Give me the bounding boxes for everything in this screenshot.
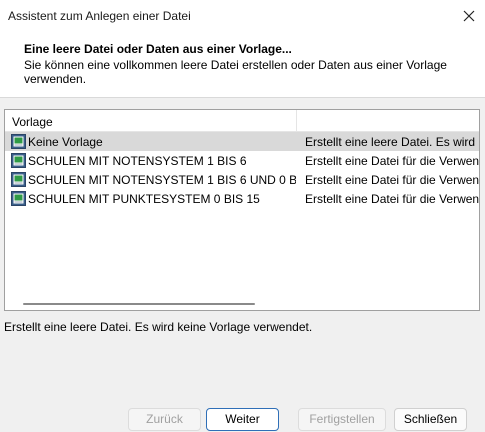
column-header-description[interactable] bbox=[297, 110, 479, 131]
list-item[interactable]: SCHULEN MIT PUNKTESYSTEM 0 BIS 15 Erstell… bbox=[5, 189, 479, 208]
next-button[interactable]: Weiter bbox=[206, 408, 279, 431]
close-window-button[interactable] bbox=[453, 0, 485, 31]
back-button[interactable]: Zurück bbox=[128, 408, 201, 431]
horizontal-scrollbar[interactable] bbox=[5, 294, 479, 310]
list-item-description: Erstellt eine Datei für die Verwendung bbox=[305, 154, 479, 168]
template-file-icon bbox=[11, 153, 26, 168]
wizard-header: Eine leere Datei oder Daten aus einer Vo… bbox=[0, 31, 485, 98]
title-bar: Assistent zum Anlegen einer Datei bbox=[0, 0, 485, 31]
list-item-description: Erstellt eine leere Datei. Es wird keine… bbox=[305, 135, 479, 149]
template-description: Erstellt eine leere Datei. Es wird keine… bbox=[4, 320, 313, 334]
template-file-icon bbox=[11, 134, 26, 149]
list-header: Vorlage bbox=[5, 110, 479, 132]
list-item-name: SCHULEN MIT PUNKTESYSTEM 0 BIS 15 bbox=[28, 192, 260, 206]
finish-button[interactable]: Fertigstellen bbox=[298, 408, 386, 431]
column-header-vorlage[interactable]: Vorlage bbox=[5, 110, 297, 131]
list-item[interactable]: SCHULEN MIT NOTENSYSTEM 1 BIS 6 Erstellt … bbox=[5, 151, 479, 170]
window-title: Assistent zum Anlegen einer Datei bbox=[8, 9, 191, 23]
template-list[interactable]: Vorlage Keine Vorlage Erstellt eine leere… bbox=[4, 109, 480, 311]
list-item[interactable]: Keine Vorlage Erstellt eine leere Datei. … bbox=[5, 132, 479, 151]
template-file-icon bbox=[11, 191, 26, 206]
scrollbar-thumb[interactable] bbox=[23, 303, 255, 305]
list-item[interactable]: SCHULEN MIT NOTENSYSTEM 1 BIS 6 UND 0 BI… bbox=[5, 170, 479, 189]
template-file-icon bbox=[11, 172, 26, 187]
list-item-description: Erstellt eine Datei für die Verwendung bbox=[305, 192, 479, 206]
list-item-name: Keine Vorlage bbox=[28, 135, 103, 149]
list-item-name: SCHULEN MIT NOTENSYSTEM 1 BIS 6 UND 0 BI… bbox=[28, 173, 296, 187]
list-item-description: Erstellt eine Datei für die Verwendung bbox=[305, 173, 479, 187]
page-title: Eine leere Datei oder Daten aus einer Vo… bbox=[24, 42, 292, 56]
close-button[interactable]: Schließen bbox=[394, 408, 467, 431]
page-description: Sie können eine vollkommen leere Datei e… bbox=[24, 58, 447, 86]
close-icon bbox=[463, 10, 475, 21]
list-item-name: SCHULEN MIT NOTENSYSTEM 1 BIS 6 bbox=[28, 154, 247, 168]
